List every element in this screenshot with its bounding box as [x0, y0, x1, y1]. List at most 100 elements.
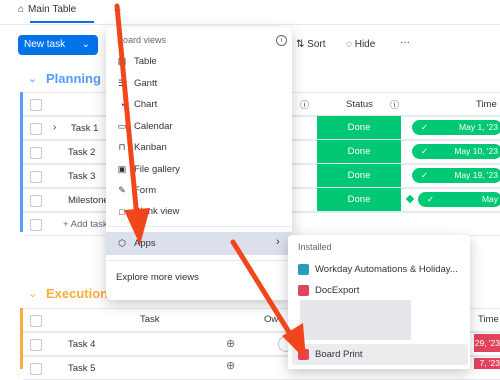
file-gallery-icon: ▣	[117, 164, 127, 174]
eye-off-icon: ◌	[346, 39, 352, 50]
menu-item-label: Apps	[134, 238, 156, 249]
app-item-label: Workday Automations & Holiday...	[315, 264, 458, 275]
info-icon[interactable]: i	[276, 35, 287, 46]
menu-item-blank-view[interactable]: □ Blank view	[116, 206, 179, 217]
check-icon: ✓	[421, 146, 429, 156]
app-item-docexport[interactable]: DocExport	[298, 285, 359, 296]
menu-item-label: Form	[134, 185, 157, 196]
more-options-button[interactable]: ···	[400, 37, 410, 48]
add-task-button[interactable]: + Add task	[63, 219, 108, 230]
sort-button[interactable]: ⇅ Sort	[296, 39, 326, 50]
status-cell[interactable]: Done	[317, 188, 401, 211]
app-item-label: DocExport	[315, 285, 360, 296]
status-cell[interactable]: Done	[317, 140, 401, 163]
menu-item-kanban[interactable]: ⊓ Kanban	[116, 142, 166, 153]
status-cell[interactable]: Done	[317, 164, 401, 187]
owner-column-header[interactable]: Ow	[264, 314, 278, 325]
timeline-pill[interactable]: ✓ May 1, '23	[412, 120, 500, 135]
board-print-app-icon	[298, 349, 309, 360]
row-checkbox[interactable]	[30, 195, 42, 207]
task-name[interactable]: Milestone	[68, 195, 109, 206]
timeline-label: May 1, '23	[459, 122, 498, 132]
menu-divider	[107, 260, 291, 261]
menu-item-explore-more-views[interactable]: Explore more views	[116, 272, 199, 283]
menu-divider	[107, 226, 291, 227]
workday-app-icon	[298, 264, 309, 275]
add-update-icon[interactable]: ⊕	[226, 337, 235, 350]
menu-item-gantt[interactable]: ☰ Gantt	[116, 78, 157, 89]
info-icon[interactable]: ⓘ	[300, 98, 309, 111]
select-all-checkbox[interactable]	[30, 315, 42, 327]
hide-label: Hide	[354, 39, 376, 50]
row-checkbox[interactable]	[30, 171, 42, 183]
sort-icon: ⇅	[296, 39, 305, 50]
menu-item-calendar[interactable]: ▭ Calendar	[116, 121, 173, 132]
timeline-pill[interactable]: 7, '23	[474, 358, 500, 369]
menu-item-table[interactable]: ▦ Table	[116, 56, 157, 67]
menu-item-label: Blank view	[134, 206, 180, 217]
blank-view-icon: □	[119, 206, 125, 217]
chevron-down-icon[interactable]: ⌄	[82, 35, 90, 55]
group-title-planning[interactable]: Planning	[46, 71, 101, 86]
timeline-pill[interactable]: ✓ May 19, '23	[412, 168, 500, 183]
menu-item-apps-content[interactable]: ⬡ Apps	[116, 238, 156, 249]
menu-item-form[interactable]: ✎ Form	[116, 185, 156, 196]
row-checkbox[interactable]	[30, 147, 42, 159]
new-task-label: New task	[24, 39, 66, 50]
table-icon: ▦	[117, 56, 127, 66]
timeline-pill[interactable]: ✓ May	[418, 192, 500, 207]
menu-item-label: Explore more views	[116, 272, 199, 283]
menu-item-label: Table	[134, 56, 157, 67]
installed-apps-title: Installed	[298, 242, 332, 252]
menu-item-label: Calendar	[134, 121, 173, 132]
expand-subitems-icon[interactable]: ›	[53, 122, 56, 133]
info-icon[interactable]: ⓘ	[390, 98, 399, 111]
sort-label: Sort	[307, 39, 326, 50]
tab-main-table[interactable]: ⌂ Main Table	[18, 4, 76, 15]
row-checkbox[interactable]	[30, 123, 42, 135]
menu-item-file-gallery[interactable]: ▣ File gallery	[116, 164, 180, 175]
row-checkbox[interactable]	[30, 363, 42, 375]
app-item-workday-automations[interactable]: Workday Automations & Holiday...	[298, 264, 458, 275]
select-all-checkbox[interactable]	[30, 99, 42, 111]
timeline-column-header[interactable]: Time	[476, 99, 497, 110]
board-views-title: Board views	[117, 35, 167, 45]
timeline-label: May	[481, 194, 498, 204]
app-item-label: Board Print	[315, 349, 363, 360]
kanban-icon: ⊓	[118, 142, 126, 152]
timeline-pill[interactable]: ✓ May 10, '23	[412, 144, 500, 159]
chart-icon: ◔	[119, 99, 125, 110]
gantt-icon: ☰	[117, 78, 127, 88]
tab-main-table-label: Main Table	[28, 4, 77, 15]
check-icon: ✓	[421, 170, 429, 180]
docexport-app-icon	[298, 285, 309, 296]
new-task-button[interactable]: New task ⌄	[18, 35, 98, 55]
menu-item-label: Gantt	[134, 78, 158, 89]
timeline-label: May 10, '23	[454, 146, 498, 156]
collapse-planning-icon[interactable]: ⌄	[28, 72, 37, 85]
menu-item-chart[interactable]: ◔ Chart	[116, 99, 157, 110]
menu-item-label: Chart	[134, 99, 158, 110]
add-update-icon[interactable]: ⊕	[226, 359, 235, 372]
task-name[interactable]: Task 3	[68, 171, 95, 182]
hide-button[interactable]: ◌ Hide	[346, 39, 375, 50]
chevron-right-icon: ›	[276, 236, 280, 248]
status-cell[interactable]: Done	[317, 116, 401, 139]
status-column-header[interactable]: Status	[346, 99, 373, 110]
timeline-column-header[interactable]: Time	[478, 314, 499, 325]
collapse-execution-icon[interactable]: ⌄	[28, 287, 37, 300]
task-name[interactable]: Task 1	[71, 123, 98, 134]
menu-item-label: File gallery	[134, 164, 180, 175]
form-icon: ✎	[118, 185, 126, 195]
add-view-button[interactable]: +	[114, 3, 121, 17]
check-icon: ✓	[421, 122, 429, 132]
task-name[interactable]: Task 4	[68, 339, 95, 350]
group-title-execution[interactable]: Execution	[46, 286, 108, 301]
app-item-board-print[interactable]: Board Print	[298, 349, 363, 360]
task-column-header[interactable]: Task	[140, 314, 160, 325]
check-icon: ✓	[427, 194, 435, 204]
active-tab-indicator	[30, 21, 94, 23]
row-checkbox[interactable]	[30, 339, 42, 351]
task-name[interactable]: Task 2	[68, 147, 95, 158]
timeline-pill[interactable]: 29, '23	[474, 334, 500, 352]
